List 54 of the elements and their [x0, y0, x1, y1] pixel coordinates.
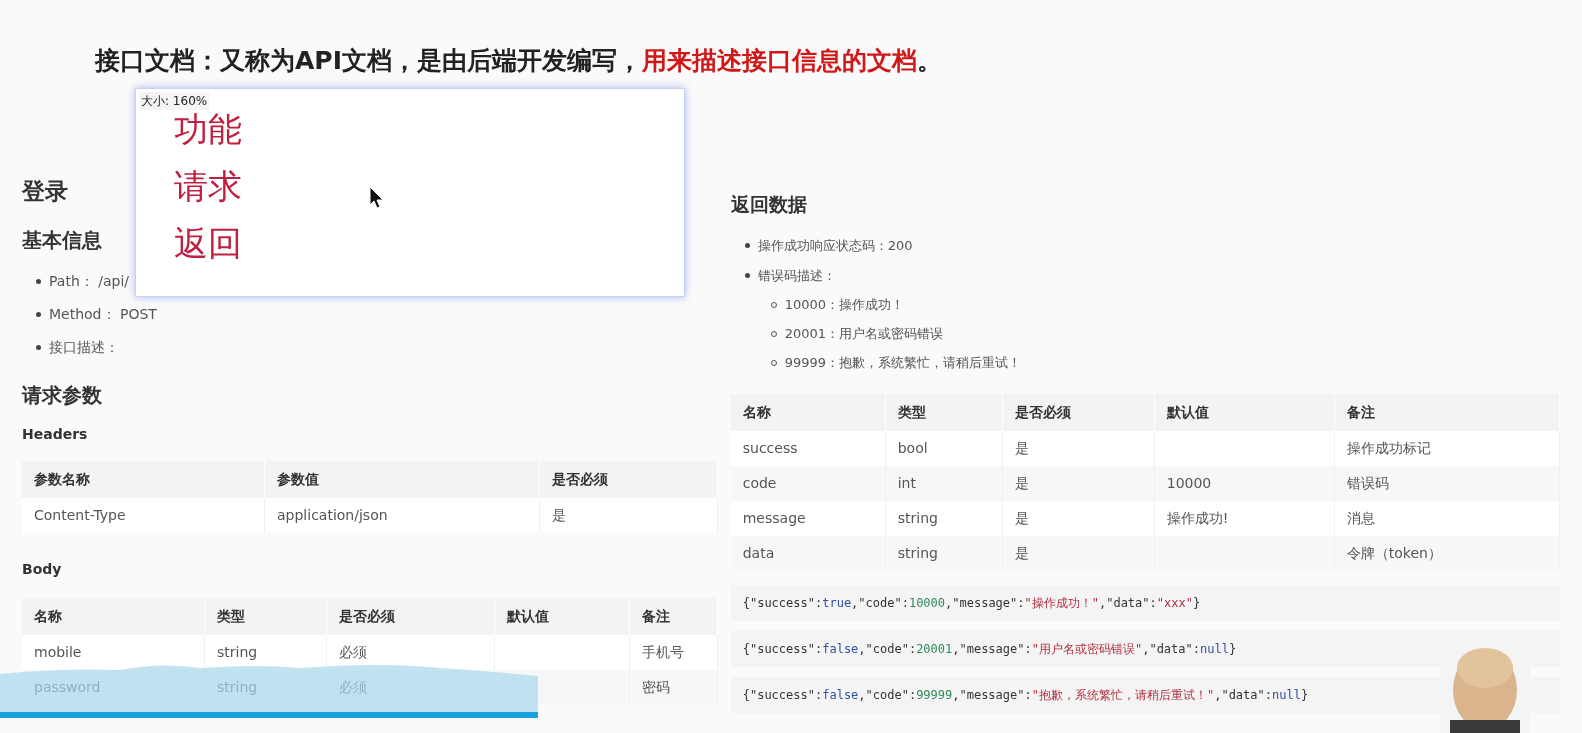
subheading: Headers — [22, 424, 88, 444]
list-item: 10000：操作成功！ — [784, 296, 905, 315]
slide-title: 接口文档：又称为API文档，是由后端开发编写，用来描述接口信息的文档。 — [95, 45, 943, 77]
table-cell: bool — [885, 430, 1003, 466]
list-item: 操作成功响应状态码：200 — [757, 236, 913, 255]
table-cell: success — [730, 430, 886, 466]
list-item: 20001：用户名或密码错误 — [784, 325, 944, 344]
column-header: 类型 — [885, 393, 1003, 431]
table-cell: 操作成功! — [1154, 500, 1335, 536]
table-cell: mobile — [22, 634, 205, 670]
table-cell: 消息 — [1334, 500, 1560, 536]
column-header: 是否必须 — [327, 597, 495, 635]
column-header: 备注 — [1334, 393, 1560, 431]
code-block: {"success":false,"code":20001,"message":"用户名或密码错误","data":null} — [730, 630, 1560, 667]
bullet-icon — [36, 311, 41, 317]
column-header: 参数值 — [265, 460, 540, 498]
bullet-icon — [744, 243, 750, 248]
column-header: 参数名称 — [22, 460, 265, 498]
column-header: 默认值 — [1154, 393, 1335, 431]
bullet-icon — [36, 344, 41, 350]
page-heading: 登录 — [22, 177, 68, 206]
info-item: Method： POST — [49, 304, 157, 324]
table-cell: message — [730, 500, 886, 536]
section-heading: 请求参数 — [22, 381, 102, 409]
section-heading: 基本信息 — [22, 226, 102, 254]
popup-line: 请求 — [174, 165, 242, 208]
bullet-icon — [36, 278, 41, 284]
table-cell: 是 — [540, 497, 718, 533]
column-header: 类型 — [205, 597, 327, 635]
table-cell: string — [885, 500, 1003, 536]
zoom-label: 大小: 160% — [139, 92, 210, 110]
table-cell: 是 — [1002, 500, 1155, 536]
section-heading: 返回数据 — [730, 192, 807, 217]
table-cell: 是 — [1002, 430, 1155, 466]
table-cell: 手机号 — [630, 634, 718, 670]
column-header: 是否必须 — [540, 460, 718, 498]
column-header: 名称 — [730, 393, 886, 431]
table-cell: Content-Type — [22, 497, 265, 533]
bullet-icon — [744, 273, 750, 278]
table-cell: application/json — [265, 497, 540, 533]
info-item: 接口描述： — [49, 337, 119, 357]
popup-line: 返回 — [174, 222, 242, 265]
column-header: 默认值 — [495, 597, 630, 635]
list-item: 99999：抱歉，系统繁忙，请稍后重试！ — [784, 354, 1022, 373]
info-item: Path： /api/ — [49, 271, 129, 291]
table-cell: 操作成功标记 — [1334, 430, 1560, 466]
column-header: 备注 — [630, 597, 718, 635]
list-item: 错误码描述： — [757, 266, 836, 285]
subheading: Body — [22, 559, 62, 579]
popup-line: 功能 — [174, 108, 242, 151]
column-header: 名称 — [22, 597, 205, 635]
cursor-icon — [369, 186, 385, 210]
column-header: 是否必须 — [1002, 393, 1155, 431]
code-block: {"success":true,"code":10000,"message":"操作成功！","data":"xxx"} — [730, 584, 1560, 621]
